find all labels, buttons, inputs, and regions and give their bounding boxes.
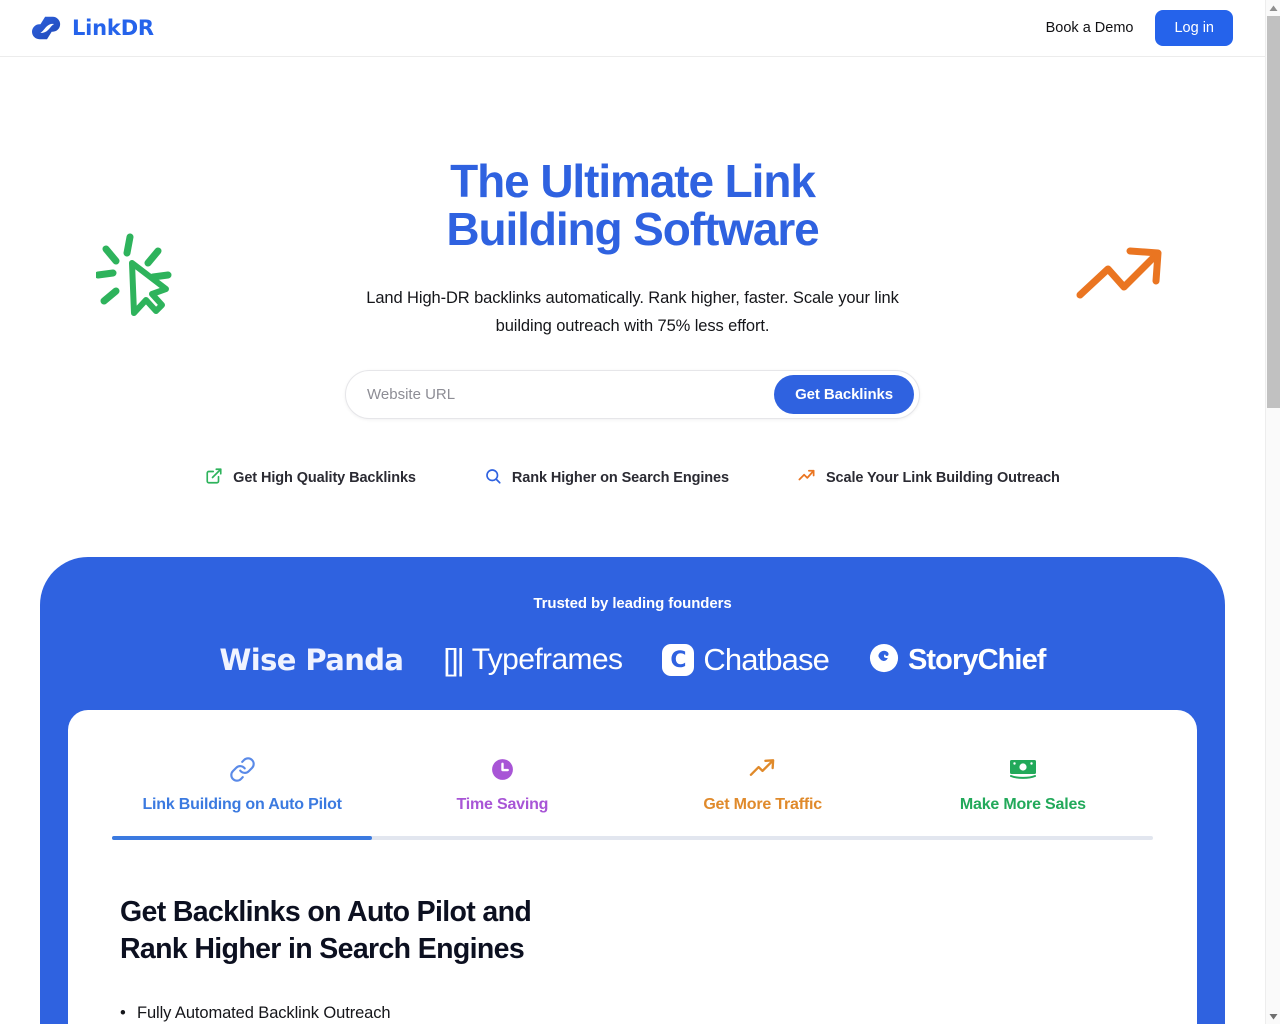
benefit-item-rank: Rank Higher on Search Engines [484,467,729,489]
tab-make-more-sales[interactable]: Make More Sales [893,754,1153,836]
benefit-label: Rank Higher on Search Engines [511,469,729,486]
logo-label: Chatbase [703,642,829,678]
feature-title-line-1: Get Backlinks on Auto Pilot and [120,896,532,929]
clock-icon [372,754,632,784]
external-link-icon [205,467,223,489]
tab-label: Link Building on Auto Pilot [142,796,342,814]
benefit-label: Get High Quality Backlinks [233,469,416,486]
hero-title-line-1: The Ultimate Link [450,155,816,207]
link-chain-icon [112,754,372,784]
feature-tabs: Link Building on Auto Pilot Time Saving [112,754,1153,836]
page-title: The Ultimate Link Building Software [353,157,913,254]
tabs-underline [112,836,1153,841]
tab-get-more-traffic[interactable]: Get More Traffic [633,754,893,836]
trending-up-icon [797,466,816,489]
header-actions: Book a Demo Log in [1046,10,1233,46]
website-url-input[interactable] [346,376,775,414]
brackets-icon: []| [443,642,464,678]
login-button[interactable]: Log in [1155,10,1233,46]
money-bill-icon [893,754,1153,784]
feature-card: Link Building on Auto Pilot Time Saving [68,710,1197,1024]
logo-label: Wise Panda [219,643,404,678]
tab-label: Get More Traffic [703,796,822,814]
feature-panel-content: Get Backlinks on Auto Pilot and Rank Hig… [112,840,1153,1024]
hero-subtitle: Land High-DR backlinks automatically. Ra… [366,288,899,335]
tab-label: Time Saving [456,796,549,814]
logo-wise-panda: Wise Panda [219,643,404,678]
trending-up-icon [633,754,893,784]
tab-link-building-on-auto-pilot[interactable]: Link Building on Auto Pilot [112,754,372,836]
tab-time-saving[interactable]: Time Saving [372,754,632,836]
benefit-item-scale: Scale Your Link Building Outreach [797,466,1060,489]
feature-bullet-list: Fully Automated Backlink Outreach [120,999,1145,1024]
page-scroll-area: LinkDR Book a Demo Log in The Ultimate L… [0,0,1265,1024]
brand-name: LinkDR [72,16,154,40]
social-proof-panel: Trusted by leading founders Wise Panda [… [40,557,1225,1024]
list-item: Fully Automated Backlink Outreach [120,999,1145,1024]
caret-up-icon[interactable] [1266,0,1280,16]
hero-section: The Ultimate Link Building Software Land… [0,57,1265,489]
chatbase-badge-icon: C [662,644,695,677]
logo-label: Typeframes [471,643,623,677]
logo-typeframes: []| Typeframes [443,642,623,678]
site-header: LinkDR Book a Demo Log in [0,0,1265,57]
trusted-heading: Trusted by leading founders [533,595,732,613]
benefit-label: Scale Your Link Building Outreach [825,469,1060,486]
scrollbar-thumb[interactable] [1267,16,1280,408]
active-tab-indicator [112,836,373,841]
logo-chatbase: C Chatbase [662,642,830,678]
storychief-circle-icon [869,643,899,678]
logo-storychief: StoryChief [869,643,1046,678]
vertical-scrollbar[interactable] [1265,0,1280,1024]
benefit-item-backlinks: Get High Quality Backlinks [205,467,416,489]
search-icon [484,467,502,489]
tab-label: Make More Sales [959,796,1086,814]
get-backlinks-button[interactable]: Get Backlinks [774,375,914,415]
feature-title-line-2: Rank Higher in Search Engines [120,932,525,965]
benefits-row: Get High Quality Backlinks Rank Higher o… [0,466,1265,489]
customer-logos: Wise Panda []| Typeframes C Chatbase Sto… [40,642,1225,678]
linkdr-logo-icon [32,13,62,43]
click-cursor-icon [94,231,178,332]
trending-up-arrow-icon [1076,243,1168,310]
book-a-demo-link[interactable]: Book a Demo [1046,20,1134,36]
caret-down-icon[interactable] [1266,1008,1280,1024]
hero-search-bar: Get Backlinks [345,370,920,420]
feature-panel-title: Get Backlinks on Auto Pilot and Rank Hig… [120,894,620,966]
logo-label: StoryChief [907,643,1047,676]
hero-title-line-2: Building Software [446,203,819,256]
brand-logo[interactable]: LinkDR [32,13,154,43]
